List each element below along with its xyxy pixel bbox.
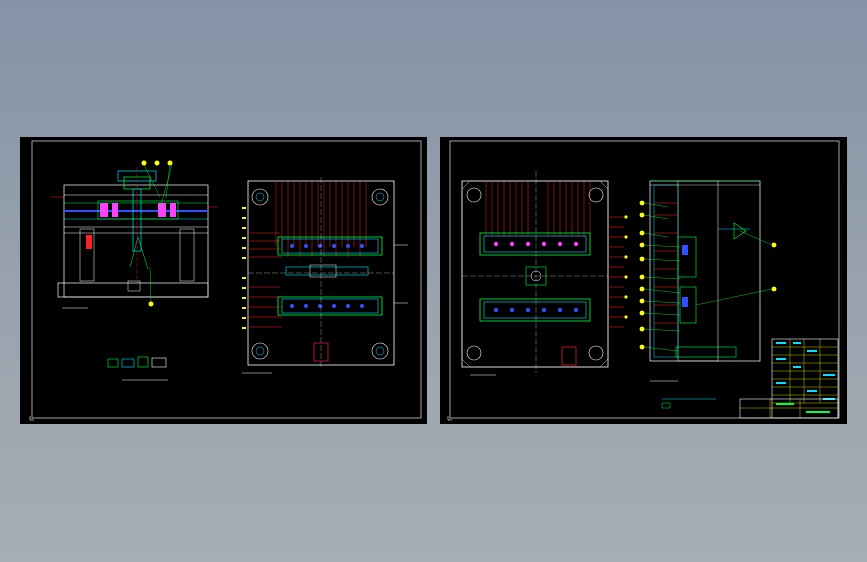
- bolt-hole-icon: [251, 188, 269, 206]
- front-section-view[interactable]: [50, 160, 218, 309]
- title-block[interactable]: [739, 338, 839, 419]
- bolt-hole-icon: [466, 345, 482, 361]
- balloon-marker-icon: [639, 230, 645, 236]
- moving-half-plan-view[interactable]: [461, 171, 628, 376]
- balloon-marker-icon: [154, 160, 160, 166]
- balloon-marker-icon: [639, 274, 645, 280]
- balloon-marker-icon: [639, 242, 645, 248]
- top-plan-view[interactable]: [242, 177, 408, 374]
- bolt-hole-icon: [466, 187, 482, 203]
- balloon-marker-icon: [148, 301, 154, 307]
- bolt-hole-icon: [588, 345, 604, 361]
- balloon-marker-icon: [639, 326, 645, 332]
- balloon-marker-icon: [141, 160, 147, 166]
- balloon-marker-icon: [639, 286, 645, 292]
- bolt-hole-icon: [251, 342, 269, 360]
- drawing-canvas-right: [447, 140, 840, 421]
- part-detail-view[interactable]: [107, 356, 168, 381]
- drawing-sheet-right[interactable]: [440, 137, 847, 424]
- balloon-marker-icon: [639, 256, 645, 262]
- drawing-canvas-left: [29, 140, 422, 421]
- balloon-marker-icon: [639, 298, 645, 304]
- drawing-sheet-left[interactable]: [20, 137, 427, 424]
- balloon-marker-icon: [167, 160, 173, 166]
- balloon-marker-icon: [771, 242, 777, 248]
- bolt-hole-icon: [371, 342, 389, 360]
- balloon-marker-icon: [639, 212, 645, 218]
- bolt-hole-icon: [588, 187, 604, 203]
- balloon-marker-icon: [639, 200, 645, 206]
- balloon-marker-icon: [639, 310, 645, 316]
- side-section-view[interactable]: [639, 180, 777, 409]
- sheet-frame: [449, 140, 840, 419]
- bolt-hole-icon: [371, 188, 389, 206]
- balloon-marker-icon: [771, 286, 777, 292]
- balloon-marker-icon: [639, 344, 645, 350]
- sheet-frame: [31, 140, 422, 419]
